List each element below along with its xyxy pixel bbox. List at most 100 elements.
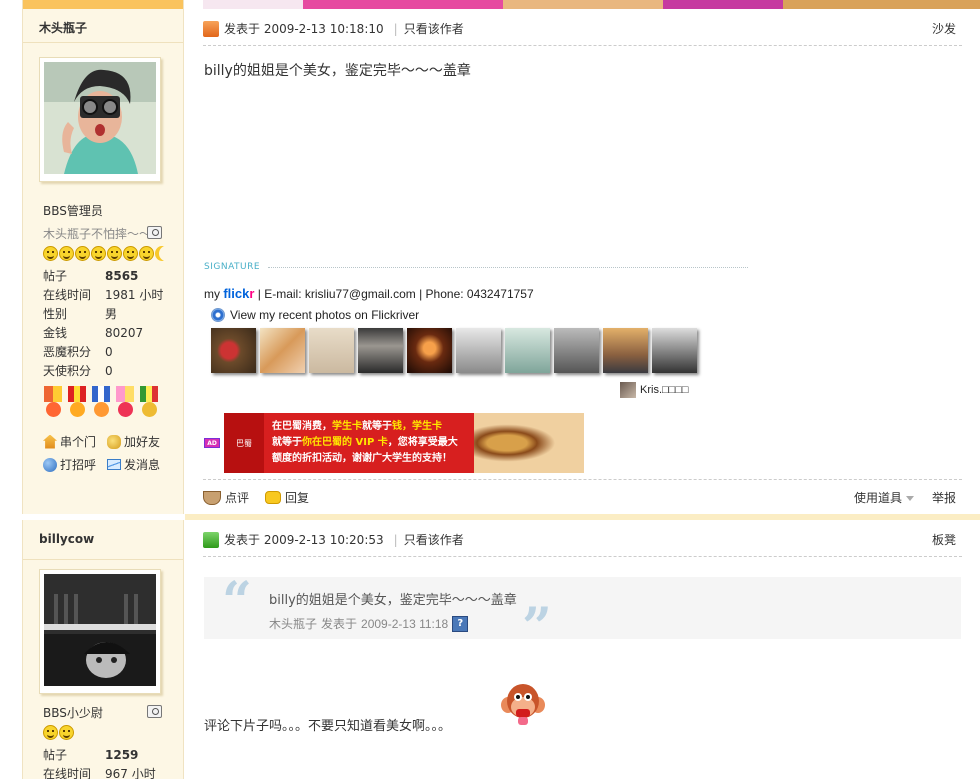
flickriver-icon bbox=[211, 308, 225, 322]
smiley-icon bbox=[139, 246, 154, 261]
flickr-user-name: Kris.□□□□ bbox=[640, 384, 689, 396]
top-ad-banner[interactable] bbox=[203, 0, 980, 9]
visit-button[interactable]: 串个门 bbox=[43, 433, 107, 450]
reply-icon bbox=[265, 491, 282, 504]
medals bbox=[43, 386, 159, 420]
ad-text-part: 钱，学生卡 bbox=[392, 421, 442, 432]
stat-row: 恶魔积分 0 bbox=[43, 343, 183, 362]
stat-label: 帖子 bbox=[43, 269, 68, 283]
flickr-user[interactable]: Kris.□□□□ bbox=[620, 382, 689, 398]
stat-value: 1981 小时 bbox=[105, 288, 164, 302]
ad-badge: AD bbox=[204, 438, 220, 448]
stat-value: 80207 bbox=[105, 326, 144, 340]
post-header: 发表于 2009-2-13 10:18:10 | 只看该作者 沙发 bbox=[203, 12, 962, 46]
visit-label: 串个门 bbox=[60, 435, 97, 449]
user-stats: 帖子 1259 在线时间 967 小时 bbox=[43, 746, 183, 779]
photo-thumb[interactable] bbox=[505, 328, 550, 373]
camera-icon[interactable] bbox=[147, 226, 162, 239]
quote-author: 木头瓶子 bbox=[269, 617, 318, 631]
comment-button[interactable]: 点评 bbox=[203, 489, 249, 506]
stat-label: 在线时间 bbox=[43, 288, 92, 302]
flickr-prefix: my bbox=[204, 287, 220, 301]
stat-row: 在线时间 967 小时 bbox=[43, 765, 183, 779]
post-footer-right: 使用道具 举报 bbox=[854, 489, 956, 506]
stat-row: 帖子 8565 bbox=[43, 267, 183, 286]
chevron-down-icon bbox=[905, 496, 914, 501]
camera-icon[interactable] bbox=[147, 705, 162, 718]
photo-thumb[interactable] bbox=[652, 328, 697, 373]
avatar[interactable] bbox=[39, 569, 161, 694]
jump-to-post-icon[interactable]: ? bbox=[452, 615, 469, 632]
floor-number[interactable]: 沙发 bbox=[932, 20, 956, 37]
post-2: 发表于 2009-2-13 10:20:53 | 只看该作者 板凳 “ bill… bbox=[185, 515, 980, 779]
flickriver-label: View my recent photos on Flickriver bbox=[230, 308, 420, 322]
post-content: 评论下片子吗。。。不要只知道看美女啊。。。 bbox=[204, 719, 452, 734]
tools-dropdown[interactable]: 使用道具 bbox=[854, 489, 914, 506]
post-time: 发表于 2009-2-13 10:18:10 bbox=[224, 22, 384, 36]
floor-number[interactable]: 板凳 bbox=[932, 531, 956, 548]
post-footer: 点评 回复 使用道具 举报 bbox=[203, 479, 962, 515]
user-actions: 串个门 加好友 打招呼 发消息 bbox=[43, 433, 183, 473]
ad-text-part: 在巴蜀消费， bbox=[272, 421, 332, 432]
medal-icon[interactable] bbox=[91, 386, 111, 420]
comment-label: 点评 bbox=[225, 491, 250, 505]
reply-label: 回复 bbox=[285, 491, 310, 505]
ad-text-part: 额度的折扣活动，谢谢广大学生的支持！ bbox=[272, 453, 452, 464]
smiley-icon bbox=[107, 246, 122, 261]
monkey-emoticon-icon bbox=[501, 684, 545, 725]
author-name[interactable]: billycow bbox=[23, 520, 183, 560]
avatar[interactable] bbox=[39, 57, 161, 182]
photo-thumb[interactable] bbox=[260, 328, 305, 373]
stat-value: 0 bbox=[105, 345, 113, 359]
stat-label: 金钱 bbox=[43, 326, 68, 340]
flickriver-link[interactable]: View my recent photos on Flickriver bbox=[211, 308, 419, 322]
smiley-icon bbox=[123, 246, 138, 261]
user-online-icon bbox=[203, 531, 219, 548]
only-author-link[interactable]: 只看该作者 bbox=[404, 531, 464, 548]
stat-row: 性别 男 bbox=[43, 305, 183, 324]
photo-thumb[interactable] bbox=[358, 328, 403, 373]
ad-text-part: 你在巴蜀的 VIP 卡 bbox=[302, 437, 388, 448]
reply-button[interactable]: 回复 bbox=[265, 489, 309, 506]
stat-row: 金钱 80207 bbox=[43, 324, 183, 343]
photo-thumb[interactable] bbox=[603, 328, 648, 373]
photo-thumb[interactable] bbox=[554, 328, 599, 373]
photo-thumb[interactable] bbox=[456, 328, 501, 373]
report-link[interactable]: 举报 bbox=[932, 489, 956, 506]
avatar-photo bbox=[44, 574, 156, 686]
post1-author-sidebar: 木头瓶子 BBS管理员 木头瓶子不怕摔～～ 帖子 8565 在线时间 1981 小时… bbox=[22, 0, 184, 514]
send-message-button[interactable]: 发消息 bbox=[107, 456, 177, 473]
rank-stars bbox=[43, 725, 74, 740]
stat-value: 967 小时 bbox=[105, 767, 156, 779]
photo-thumb[interactable] bbox=[407, 328, 452, 373]
only-author-link[interactable]: 只看该作者 bbox=[404, 20, 464, 37]
photo-thumbnails bbox=[211, 328, 697, 373]
medal-icon[interactable] bbox=[139, 386, 159, 420]
quote-posted-label: 发表于 bbox=[321, 617, 358, 631]
add-friend-button[interactable]: 加好友 bbox=[107, 433, 177, 450]
bashu-ad-banner[interactable]: 巴蜀 在巴蜀消费，学生卡就等于钱，学生卡 就等于你在巴蜀的 VIP 卡，您将享受… bbox=[224, 413, 584, 473]
stat-row: 天使积分 0 bbox=[43, 362, 183, 381]
photo-thumb[interactable] bbox=[309, 328, 354, 373]
flickr-user-avatar bbox=[620, 382, 636, 398]
tools-label: 使用道具 bbox=[853, 491, 902, 505]
greet-button[interactable]: 打招呼 bbox=[43, 456, 107, 473]
flickr-logo[interactable]: flickr bbox=[223, 286, 254, 301]
ad-text-part: 就等于 bbox=[272, 437, 302, 448]
stat-row: 在线时间 1981 小时 bbox=[43, 286, 183, 305]
medal-icon[interactable] bbox=[67, 386, 87, 420]
separator: | bbox=[393, 21, 398, 36]
stat-value: 男 bbox=[105, 307, 118, 321]
smiley-icon bbox=[75, 246, 90, 261]
user-group: BBS管理员 bbox=[43, 204, 103, 218]
post-header: 发表于 2009-2-13 10:20:53 | 只看该作者 板凳 bbox=[203, 523, 962, 557]
medal-icon[interactable] bbox=[115, 386, 135, 420]
ad-text-part: ，您将享受最大 bbox=[387, 437, 458, 448]
smiley-icon bbox=[43, 725, 58, 740]
user-group: BBS小少尉 bbox=[43, 706, 103, 720]
photo-thumb[interactable] bbox=[211, 328, 256, 373]
author-name[interactable]: 木头瓶子 bbox=[23, 9, 183, 43]
medal-icon[interactable] bbox=[43, 386, 63, 420]
send-message-label: 发消息 bbox=[124, 458, 161, 472]
ad-text-part: 学生卡 bbox=[332, 421, 362, 432]
